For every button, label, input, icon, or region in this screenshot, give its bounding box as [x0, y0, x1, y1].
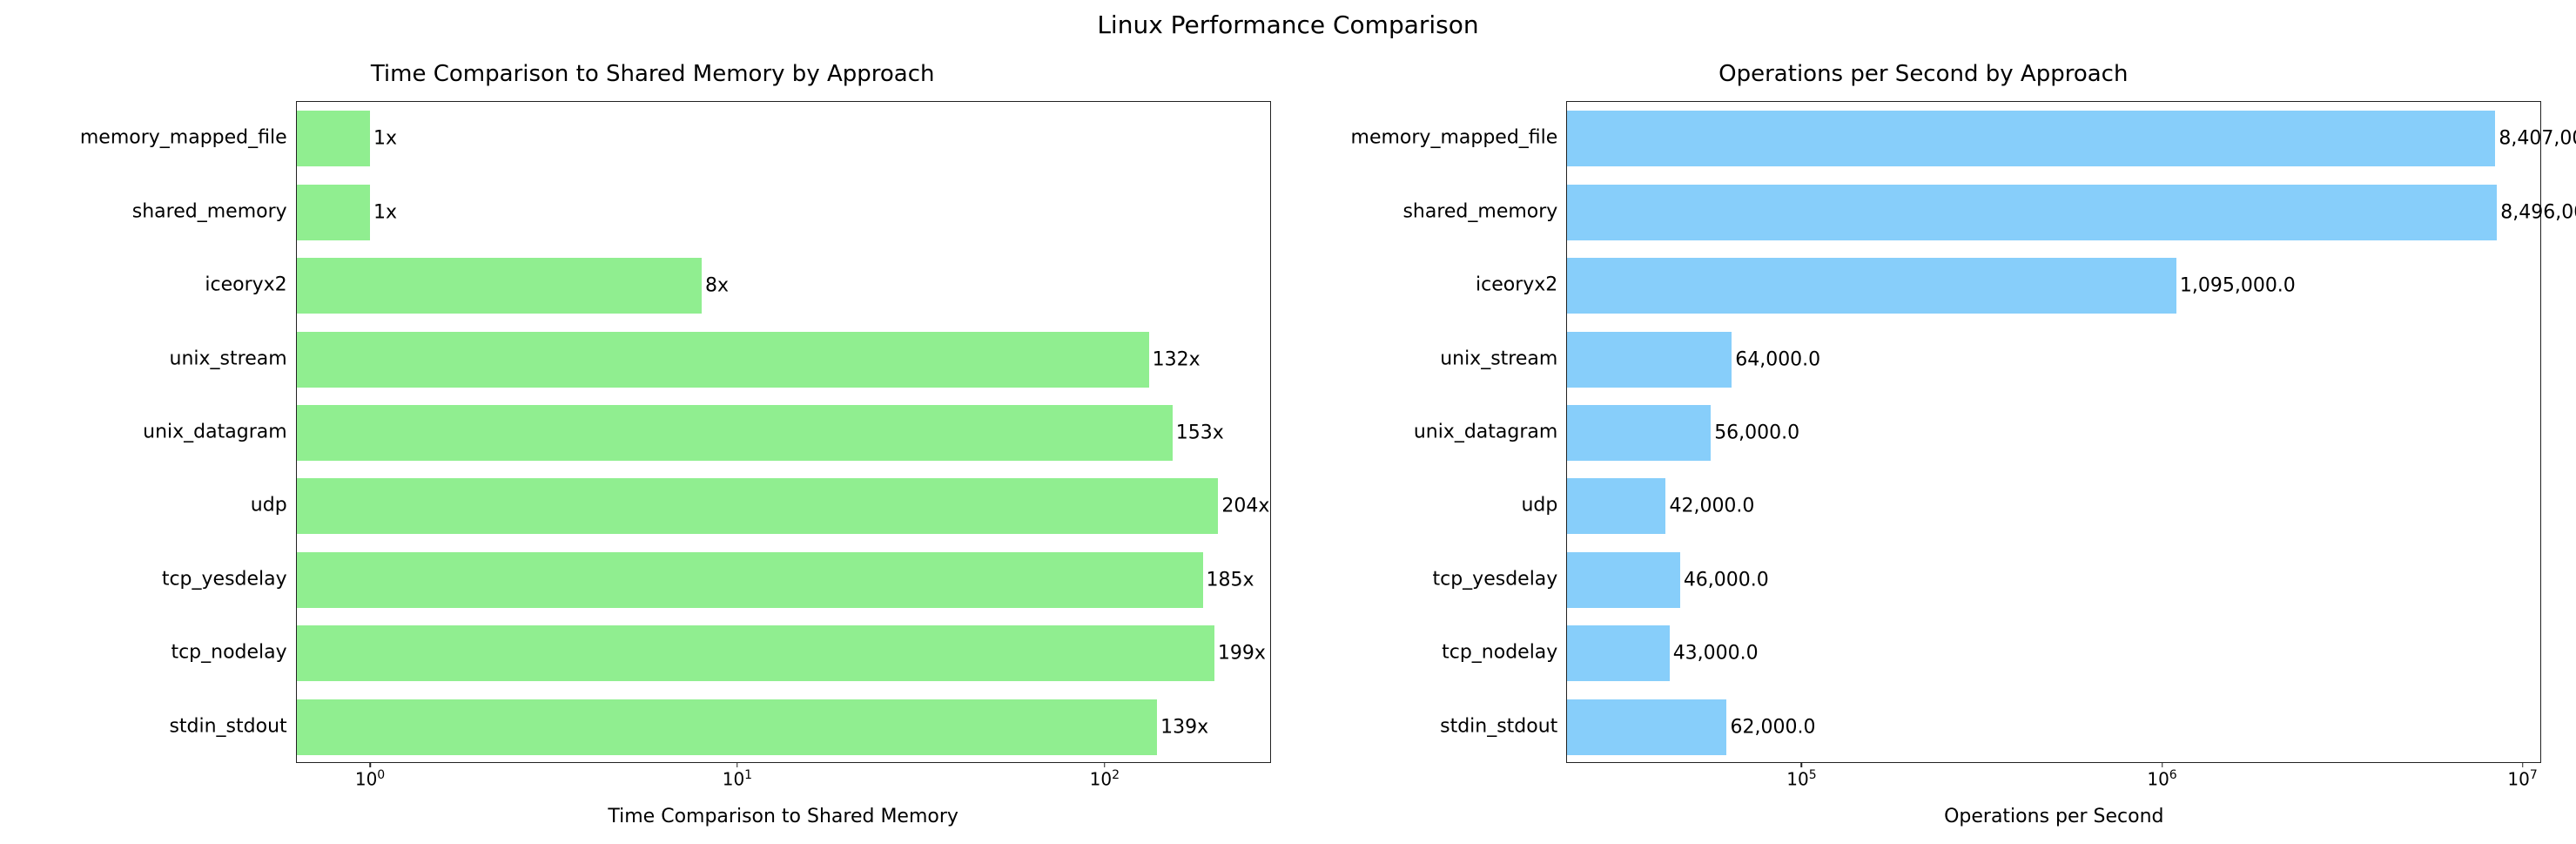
bar: 1x [297, 185, 370, 240]
y-tick-label: unix_stream [1440, 348, 1557, 369]
bar-value-label: 204x [1218, 496, 1269, 517]
bar-value-label: 185x [1203, 569, 1254, 591]
panel-left-plot: memory_mapped_file shared_memory iceoryx2 u… [35, 101, 1271, 827]
bar: 1,095,000.0 [1567, 258, 2176, 314]
panel-right-ylabels: memory_mapped_file shared_memory iceoryx2 u… [1305, 101, 1566, 827]
bar: 204x [297, 478, 1219, 534]
bar: 43,000.0 [1567, 625, 1669, 681]
y-tick-label: shared_memory [1402, 200, 1557, 222]
bar-value-label: 64,000.0 [1732, 348, 1820, 370]
bar: 8x [297, 258, 702, 314]
bar-value-label: 43,000.0 [1670, 643, 1759, 665]
bar-value-label: 139x [1157, 716, 1208, 738]
bar-value-label: 56,000.0 [1711, 422, 1799, 444]
y-tick-label: iceoryx2 [1476, 274, 1557, 296]
bar: 185x [297, 552, 1203, 608]
bar: 64,000.0 [1567, 332, 1732, 388]
x-tick-mark [2162, 762, 2163, 767]
y-tick-label: udp [251, 495, 287, 517]
y-tick-label: memory_mapped_file [80, 127, 287, 149]
y-tick-label: memory_mapped_file [1351, 127, 1558, 149]
y-tick-label: tcp_yesdelay [1432, 568, 1557, 590]
panel-right-xticks: 105 106 107 [1567, 762, 2540, 790]
figure: Linux Performance Comparison Time Compar… [0, 0, 2576, 844]
x-tick-label: 100 [355, 768, 385, 790]
bar-value-label: 42,000.0 [1665, 496, 1754, 517]
x-tick-mark [1104, 762, 1106, 767]
bar: 153x [297, 405, 1173, 461]
panel-right-title: Operations per Second by Approach [1305, 61, 2541, 87]
bar-value-label: 8x [702, 275, 729, 297]
x-tick-label: 107 [2507, 768, 2537, 790]
y-tick-label: stdin_stdout [169, 715, 286, 737]
x-tick-label: 102 [1090, 768, 1120, 790]
figure-suptitle: Linux Performance Comparison [0, 10, 2576, 39]
y-tick-label: iceoryx2 [205, 274, 286, 296]
panel-left: Time Comparison to Shared Memory by Appr… [35, 61, 1271, 827]
bar-value-label: 1x [370, 128, 397, 150]
panel-right-axes: 105106107 8,407,000.08,496,000.01,095,00… [1566, 101, 2541, 763]
panel-left-xlabel: Time Comparison to Shared Memory [296, 806, 1271, 827]
y-tick-label: unix_datagram [1414, 422, 1558, 443]
panels-row: Time Comparison to Shared Memory by Appr… [0, 61, 2576, 827]
bar-value-label: 62,000.0 [1726, 716, 1815, 738]
bar: 62,000.0 [1567, 699, 1726, 755]
bar-value-label: 132x [1149, 348, 1201, 370]
panel-right-xlabel: Operations per Second [1566, 806, 2541, 827]
bar: 199x [297, 625, 1214, 681]
panel-right: Operations per Second by Approach memory… [1305, 61, 2541, 827]
y-tick-label: stdin_stdout [1440, 715, 1557, 737]
panel-right-plot: memory_mapped_file shared_memory iceoryx2 u… [1305, 101, 2541, 827]
x-tick-mark [736, 762, 738, 767]
bar-value-label: 1,095,000.0 [2176, 275, 2296, 297]
y-tick-label: unix_datagram [143, 422, 287, 443]
x-tick-label: 101 [723, 768, 752, 790]
bar-value-label: 199x [1214, 643, 1266, 665]
bar-value-label: 8,496,000.0 [2497, 201, 2576, 223]
y-tick-label: tcp_yesdelay [162, 568, 287, 590]
y-tick-label: shared_memory [132, 200, 287, 222]
panel-left-ylabels: memory_mapped_file shared_memory iceoryx2 u… [35, 101, 296, 827]
bar: 1x [297, 111, 370, 166]
bar: 56,000.0 [1567, 405, 1711, 461]
y-tick-label: tcp_nodelay [171, 642, 286, 664]
bar: 8,496,000.0 [1567, 185, 2497, 240]
x-tick-label: 105 [1786, 768, 1816, 790]
bar-value-label: 153x [1173, 422, 1224, 444]
bar: 8,407,000.0 [1567, 111, 2495, 166]
bar: 42,000.0 [1567, 478, 1665, 534]
y-tick-label: udp [1521, 495, 1557, 517]
x-tick-label: 106 [2147, 768, 2176, 790]
x-tick-mark [369, 762, 371, 767]
x-tick-mark [2522, 762, 2524, 767]
bar: 132x [297, 332, 1149, 388]
bar-value-label: 1x [370, 201, 397, 223]
bar-value-label: 46,000.0 [1680, 569, 1769, 591]
panel-left-title: Time Comparison to Shared Memory by Appr… [35, 61, 1271, 87]
bar-value-label: 8,407,000.0 [2495, 128, 2576, 150]
bar: 46,000.0 [1567, 552, 1680, 608]
panel-left-xticks: 100 101 102 [297, 762, 1270, 790]
panel-left-axes: 100101102 1x1x8x132x153x204x185x199x139x [296, 101, 1271, 763]
y-tick-label: tcp_nodelay [1442, 642, 1557, 664]
y-tick-label: unix_stream [170, 348, 287, 369]
x-tick-mark [1801, 762, 1803, 767]
bar: 139x [297, 699, 1157, 755]
